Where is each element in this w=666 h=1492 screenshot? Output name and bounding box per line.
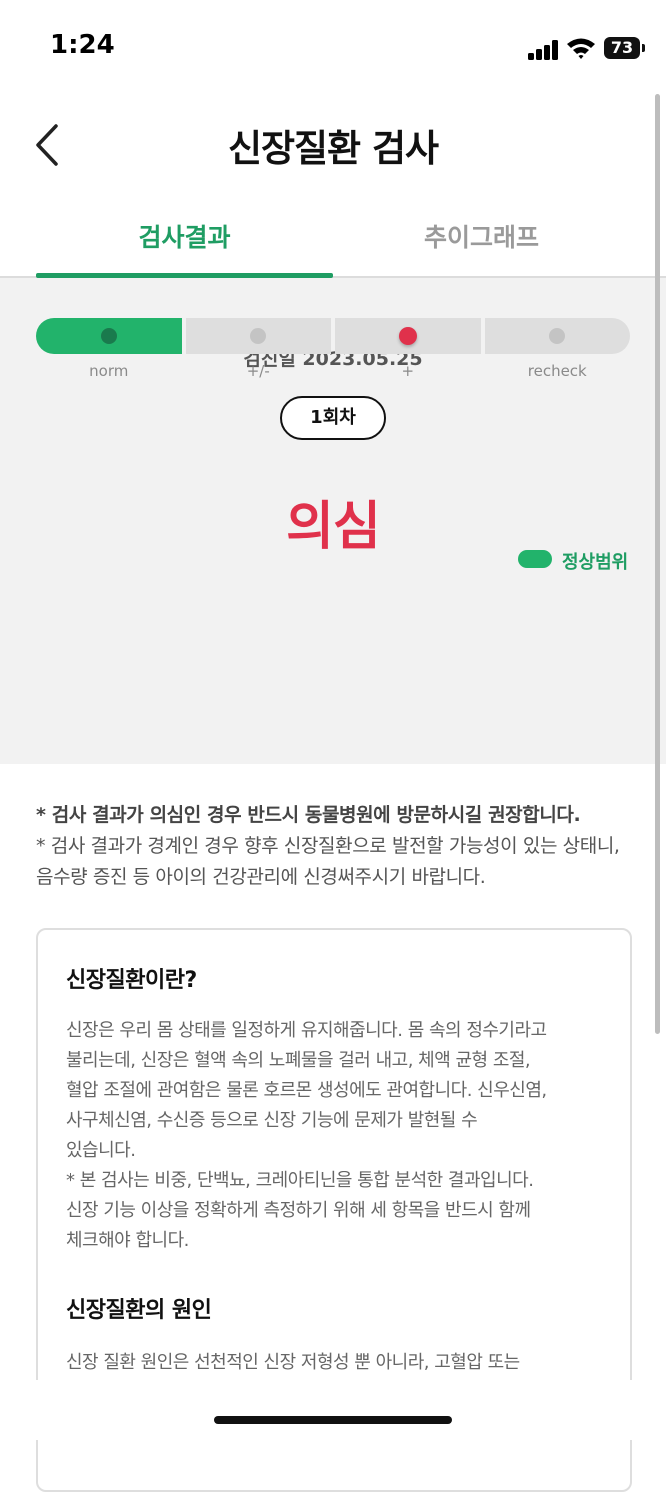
- header: 신장질환 검사: [0, 100, 666, 190]
- tab-bar: 검사결과 추이그래프: [0, 198, 666, 278]
- tab-test-result[interactable]: 검사결과: [36, 218, 333, 254]
- battery-tip: [642, 44, 645, 52]
- result-scale: [36, 318, 630, 354]
- body1-line-4: 있습니다.: [66, 1140, 136, 1161]
- bottom-safe-area: [0, 1380, 666, 1440]
- section-title-causes: 신장질환의 원인: [66, 1298, 212, 1323]
- status-time: 1:24: [50, 30, 115, 60]
- body1-line-1: 불리는데, 신장은 혈액 속의 노폐물을 걸러 내고, 체액 균형 조절,: [66, 1050, 531, 1071]
- body1-line-7: 체크해야 합니다.: [66, 1230, 189, 1251]
- scale-label-2: +: [401, 362, 415, 380]
- current-level-marker: [398, 327, 417, 345]
- body1-line-0: 신장은 우리 몸 상태를 일정하게 유지해줍니다. 몸 속의 정수기라고: [66, 1020, 547, 1041]
- section-title-what-is: 신장질환이란?: [66, 968, 197, 993]
- notice-line-2: * 검사 결과가 경계인 경우 향후 신장질환으로 발전할 가능성이 있는 상태…: [36, 835, 620, 888]
- status-bar: 1:24 73: [0, 0, 666, 92]
- body1-line-3: 사구체신염, 수신증 등으로 신장 기능에 문제가 발현될 수: [66, 1110, 478, 1131]
- wifi-icon: [567, 38, 595, 59]
- scrollbar[interactable]: [655, 94, 660, 1034]
- body2-line-0: 신장 질환 원인은 선천적인 신장 저형성 뿐 아니라, 고혈압 또는: [66, 1352, 520, 1373]
- section-body-causes: 신장 질환 원인은 선천적인 신장 저형성 뿐 아니라, 고혈압 또는: [66, 1348, 614, 1378]
- scale-label-3: recheck: [527, 362, 587, 380]
- page-title: 신장질환 검사: [227, 127, 439, 170]
- cellular-signal-icon: [528, 40, 560, 60]
- section-body-what-is: 신장은 우리 몸 상태를 일정하게 유지해줍니다. 몸 속의 정수기라고불리는데…: [66, 1016, 614, 1256]
- scale-label-1: +/-: [246, 362, 270, 380]
- home-indicator[interactable]: [214, 1416, 452, 1424]
- round-badge[interactable]: 1회차: [280, 396, 386, 440]
- legend-label: 정상범위: [562, 552, 629, 573]
- body1-line-2: 혈압 조절에 관여함은 물론 호르몬 생성에도 관여합니다. 신우신염,: [66, 1080, 547, 1101]
- body1-line-6: 신장 기능 이상을 정확하게 측정하기 위해 세 항목을 반드시 함께: [66, 1200, 531, 1221]
- legend-swatch: [518, 550, 552, 568]
- body1-line-5: * 본 검사는 비중, 단백뇨, 크레아티닌을 통합 분석한 결과입니다.: [66, 1170, 534, 1191]
- tab-trend-graph[interactable]: 추이그래프: [333, 218, 630, 254]
- scale-dot-0: [100, 328, 117, 344]
- scale-label-0: norm: [89, 362, 129, 380]
- notice: * 검사 결과가 의심인 경우 반드시 동물병원에 방문하시길 권장합니다. *…: [36, 800, 636, 893]
- battery-icon: 73: [604, 37, 640, 59]
- notice-line-1: * 검사 결과가 의심인 경우 반드시 동물병원에 방문하시길 권장합니다.: [36, 804, 581, 826]
- scale-labels: norm +/- + recheck: [36, 362, 630, 386]
